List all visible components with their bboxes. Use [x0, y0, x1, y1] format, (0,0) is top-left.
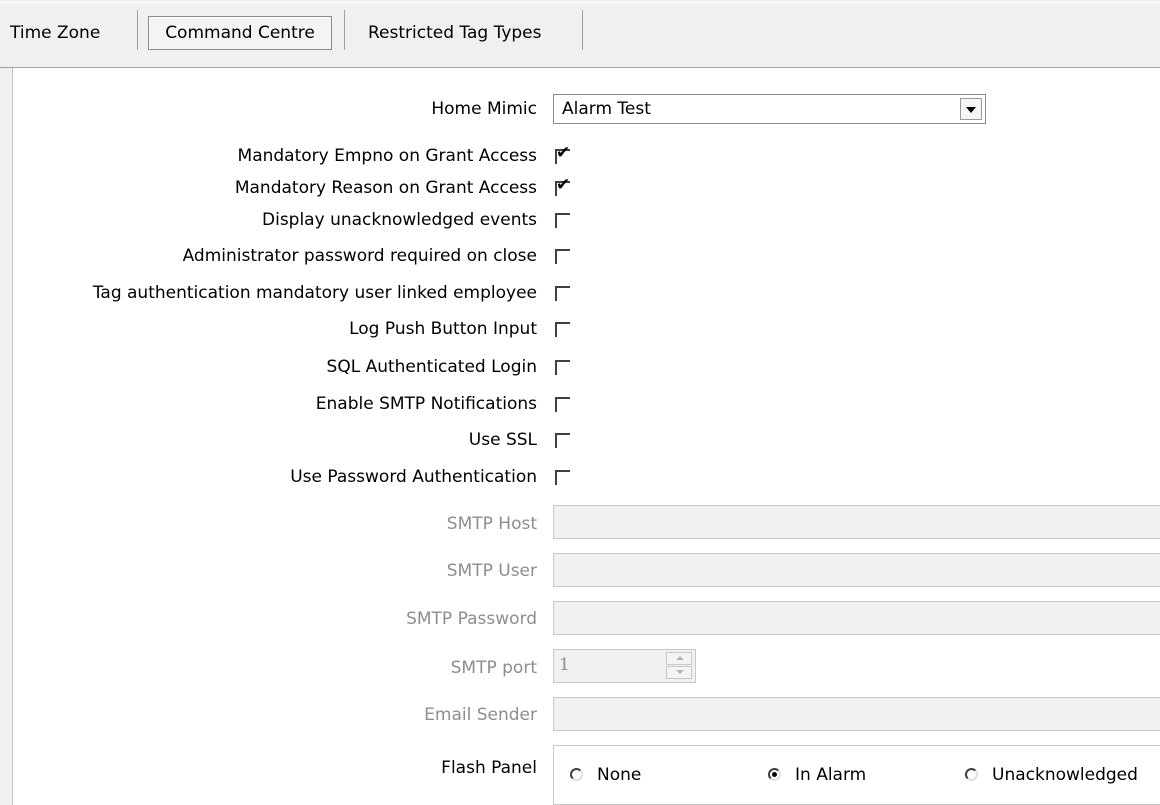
flash-panel-option-none[interactable]: None — [570, 765, 641, 785]
tab-restricted-tag-types[interactable]: Restricted Tag Types — [368, 20, 542, 46]
smtp-host-field[interactable] — [553, 505, 1160, 539]
option-password-auth-label: Use Password Authentication — [290, 467, 537, 487]
flash-panel-option-label: None — [597, 765, 642, 785]
smtp-port-label: SMTP port — [450, 658, 537, 678]
smtp-user-field[interactable] — [553, 553, 1160, 587]
option-use-ssl-label: Use SSL — [468, 430, 537, 450]
home-mimic-select[interactable]: Alarm Test — [553, 94, 986, 124]
option-tag-authentication-label: Tag authentication mandatory user linked… — [92, 283, 537, 303]
flash-panel-option-in-alarm[interactable]: In Alarm — [768, 765, 866, 785]
radio-selected-icon — [768, 768, 781, 781]
flash-panel-option-unacknowledged[interactable]: Unacknowledged — [965, 765, 1138, 785]
option-password-auth-checkbox[interactable] — [555, 470, 570, 485]
option-mandatory-reason-checkbox[interactable]: ✔ — [555, 175, 570, 196]
option-sql-login-checkbox[interactable] — [555, 360, 570, 375]
option-mandatory-reason-label: Mandatory Reason on Grant Access — [234, 178, 537, 198]
email-sender-field[interactable] — [553, 697, 1160, 731]
checkmark-icon: ✔ — [556, 143, 571, 163]
option-enable-smtp-checkbox[interactable] — [555, 397, 570, 412]
smtp-port-stepper[interactable]: 1 — [553, 649, 696, 683]
home-mimic-label: Home Mimic — [431, 99, 537, 119]
checkmark-icon: ✔ — [556, 175, 571, 195]
chevron-down-icon[interactable] — [960, 98, 982, 120]
option-sql-login-label: SQL Authenticated Login — [326, 357, 537, 377]
smtp-password-field[interactable] — [553, 601, 1160, 635]
option-admin-password-label: Administrator password required on close — [182, 246, 537, 266]
flash-panel-option-label: In Alarm — [795, 765, 867, 785]
option-log-push-button-label: Log Push Button Input — [349, 319, 537, 339]
option-admin-password-checkbox[interactable] — [555, 249, 570, 264]
option-display-unacknowledged-label: Display unacknowledged events — [262, 210, 537, 230]
smtp-password-label: SMTP Password — [406, 609, 537, 629]
tab-separator — [344, 10, 345, 50]
spin-down-icon[interactable] — [666, 666, 692, 679]
email-sender-label: Email Sender — [424, 705, 537, 725]
flash-panel-label: Flash Panel — [441, 758, 537, 778]
tab-command-centre[interactable]: Command Centre — [148, 16, 332, 50]
option-enable-smtp-label: Enable SMTP Notifications — [315, 394, 537, 414]
tab-strip: Time Zone Command Centre Restricted Tag … — [0, 0, 1160, 68]
spin-up-icon[interactable] — [666, 652, 692, 665]
option-display-unacknowledged-checkbox[interactable] — [555, 213, 570, 228]
tab-separator — [582, 10, 583, 50]
option-tag-authentication-checkbox[interactable] — [555, 286, 570, 301]
smtp-port-value: 1 — [559, 655, 570, 675]
option-mandatory-empno-label: Mandatory Empno on Grant Access — [237, 146, 537, 166]
flash-panel-option-label: Unacknowledged — [992, 765, 1138, 785]
option-log-push-button-checkbox[interactable] — [555, 322, 570, 337]
home-mimic-value: Alarm Test — [562, 99, 651, 119]
tab-separator — [137, 10, 138, 50]
tab-time-zone[interactable]: Time Zone — [10, 20, 100, 46]
settings-panel — [12, 68, 1160, 805]
option-use-ssl-checkbox[interactable] — [555, 433, 570, 448]
radio-icon — [570, 768, 583, 781]
radio-icon — [965, 768, 978, 781]
smtp-host-label: SMTP Host — [446, 514, 537, 534]
tabstrip-highlight — [0, 2, 1160, 3]
smtp-user-label: SMTP User — [446, 561, 537, 581]
option-mandatory-empno-checkbox[interactable]: ✔ — [555, 143, 570, 164]
